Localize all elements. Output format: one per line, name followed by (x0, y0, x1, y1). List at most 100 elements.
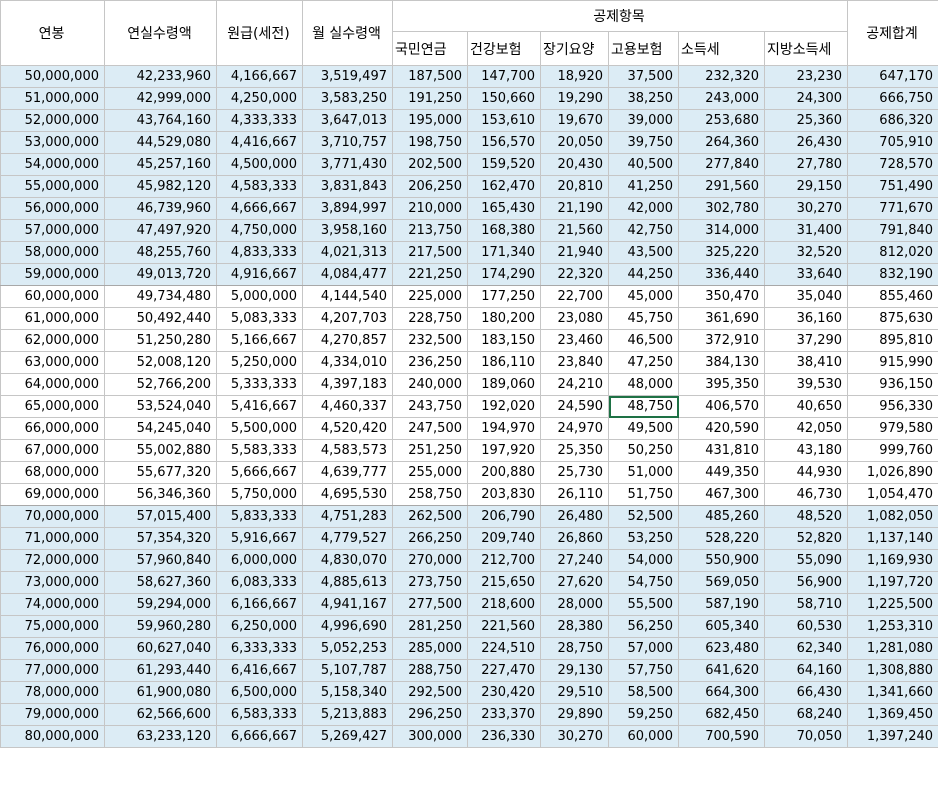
cell-employment[interactable]: 54,000 (608, 549, 679, 572)
cell-local-tax[interactable]: 24,300 (763, 87, 849, 110)
header-deductions-group[interactable]: 공제항목 (391, 0, 849, 32)
cell-monthly-gross[interactable]: 6,416,667 (216, 659, 303, 682)
cell-income-tax[interactable]: 302,780 (678, 197, 765, 220)
cell-employment[interactable]: 39,750 (608, 131, 679, 154)
cell-longterm-care[interactable]: 18,920 (540, 65, 609, 88)
cell-annual-net[interactable]: 49,013,720 (104, 263, 217, 286)
cell-monthly-gross[interactable]: 4,666,667 (216, 197, 303, 220)
cell-pension[interactable]: 270,000 (392, 549, 468, 572)
cell-employment[interactable]: 44,250 (608, 263, 679, 286)
cell-annual-net[interactable]: 50,492,440 (104, 307, 217, 330)
cell-employment[interactable]: 37,500 (608, 65, 679, 88)
cell-annual-net[interactable]: 53,524,040 (104, 395, 217, 418)
cell-monthly-gross[interactable]: 6,250,000 (216, 615, 303, 638)
cell-monthly-net[interactable]: 5,213,883 (302, 703, 393, 726)
cell-monthly-net[interactable]: 3,771,430 (302, 153, 393, 176)
header-pension[interactable]: 국민연금 (392, 31, 468, 66)
cell-health[interactable]: 236,330 (467, 725, 541, 748)
cell-pension[interactable]: 247,500 (392, 417, 468, 440)
cell-monthly-gross[interactable]: 6,666,667 (216, 725, 303, 748)
cell-health[interactable]: 209,740 (467, 527, 541, 550)
cell-income-tax[interactable]: 253,680 (678, 109, 765, 132)
cell-longterm-care[interactable]: 21,940 (540, 241, 609, 264)
cell-health[interactable]: 194,970 (467, 417, 541, 440)
cell-monthly-net[interactable]: 4,830,070 (302, 549, 393, 572)
cell-total[interactable]: 915,990 (847, 351, 938, 374)
cell-monthly-gross[interactable]: 5,666,667 (216, 461, 303, 484)
cell-annual-net[interactable]: 57,960,840 (104, 549, 217, 572)
cell-salary[interactable]: 79,000,000 (0, 703, 105, 726)
cell-total[interactable]: 1,397,240 (847, 725, 938, 748)
cell-local-tax[interactable]: 64,160 (763, 659, 849, 682)
cell-annual-net[interactable]: 49,734,480 (104, 285, 217, 308)
cell-health[interactable]: 159,520 (467, 153, 541, 176)
cell-salary[interactable]: 70,000,000 (0, 505, 105, 528)
cell-annual-net[interactable]: 58,627,360 (104, 571, 217, 594)
cell-monthly-net[interactable]: 4,270,857 (302, 329, 393, 352)
cell-annual-net[interactable]: 61,293,440 (104, 659, 217, 682)
cell-total[interactable]: 1,225,500 (847, 593, 938, 616)
cell-monthly-gross[interactable]: 4,750,000 (216, 219, 303, 242)
cell-employment[interactable]: 53,250 (608, 527, 679, 550)
cell-pension[interactable]: 191,250 (392, 87, 468, 110)
cell-total[interactable]: 1,082,050 (847, 505, 938, 528)
cell-total[interactable]: 647,170 (847, 65, 938, 88)
cell-monthly-gross[interactable]: 6,583,333 (216, 703, 303, 726)
cell-monthly-net[interactable]: 3,519,497 (302, 65, 393, 88)
cell-health[interactable]: 230,420 (467, 681, 541, 704)
cell-pension[interactable]: 187,500 (392, 65, 468, 88)
cell-monthly-gross[interactable]: 4,583,333 (216, 175, 303, 198)
cell-monthly-gross[interactable]: 5,833,333 (216, 505, 303, 528)
cell-employment[interactable]: 40,500 (608, 153, 679, 176)
cell-local-tax[interactable]: 29,150 (763, 175, 849, 198)
cell-health[interactable]: 189,060 (467, 373, 541, 396)
cell-local-tax[interactable]: 25,360 (763, 109, 849, 132)
cell-local-tax[interactable]: 31,400 (763, 219, 849, 242)
header-income-tax[interactable]: 소득세 (678, 31, 765, 66)
cell-monthly-net[interactable]: 3,831,843 (302, 175, 393, 198)
cell-employment[interactable]: 57,000 (608, 637, 679, 660)
cell-pension[interactable]: 232,500 (392, 329, 468, 352)
cell-total[interactable]: 1,197,720 (847, 571, 938, 594)
cell-pension[interactable]: 300,000 (392, 725, 468, 748)
cell-income-tax[interactable]: 291,560 (678, 175, 765, 198)
cell-health[interactable]: 147,700 (467, 65, 541, 88)
cell-longterm-care[interactable]: 21,560 (540, 219, 609, 242)
cell-monthly-net[interactable]: 4,397,183 (302, 373, 393, 396)
cell-annual-net[interactable]: 52,008,120 (104, 351, 217, 374)
cell-monthly-gross[interactable]: 4,833,333 (216, 241, 303, 264)
cell-monthly-gross[interactable]: 4,250,000 (216, 87, 303, 110)
cell-salary[interactable]: 73,000,000 (0, 571, 105, 594)
cell-monthly-gross[interactable]: 4,500,000 (216, 153, 303, 176)
cell-salary[interactable]: 72,000,000 (0, 549, 105, 572)
cell-income-tax[interactable]: 420,590 (678, 417, 765, 440)
cell-total[interactable]: 936,150 (847, 373, 938, 396)
header-salary[interactable]: 연봉 (0, 0, 105, 66)
cell-income-tax[interactable]: 528,220 (678, 527, 765, 550)
cell-local-tax[interactable]: 26,430 (763, 131, 849, 154)
cell-employment[interactable]: 60,000 (608, 725, 679, 748)
cell-local-tax[interactable]: 60,530 (763, 615, 849, 638)
cell-monthly-gross[interactable]: 6,333,333 (216, 637, 303, 660)
cell-longterm-care[interactable]: 26,860 (540, 527, 609, 550)
header-local-tax[interactable]: 지방소득세 (763, 31, 849, 66)
cell-salary[interactable]: 60,000,000 (0, 285, 105, 308)
cell-annual-net[interactable]: 44,529,080 (104, 131, 217, 154)
cell-income-tax[interactable]: 700,590 (678, 725, 765, 748)
cell-pension[interactable]: 262,500 (392, 505, 468, 528)
header-monthly-net[interactable]: 월 실수령액 (302, 0, 393, 66)
cell-annual-net[interactable]: 43,764,160 (104, 109, 217, 132)
cell-total[interactable]: 1,026,890 (847, 461, 938, 484)
cell-longterm-care[interactable]: 27,240 (540, 549, 609, 572)
cell-local-tax[interactable]: 39,530 (763, 373, 849, 396)
cell-income-tax[interactable]: 569,050 (678, 571, 765, 594)
cell-monthly-gross[interactable]: 5,333,333 (216, 373, 303, 396)
cell-longterm-care[interactable]: 24,970 (540, 417, 609, 440)
cell-salary[interactable]: 66,000,000 (0, 417, 105, 440)
cell-pension[interactable]: 288,750 (392, 659, 468, 682)
cell-monthly-gross[interactable]: 5,000,000 (216, 285, 303, 308)
cell-monthly-net[interactable]: 4,996,690 (302, 615, 393, 638)
cell-employment[interactable]: 48,750 (608, 395, 679, 418)
cell-longterm-care[interactable]: 26,480 (540, 505, 609, 528)
cell-longterm-care[interactable]: 23,460 (540, 329, 609, 352)
